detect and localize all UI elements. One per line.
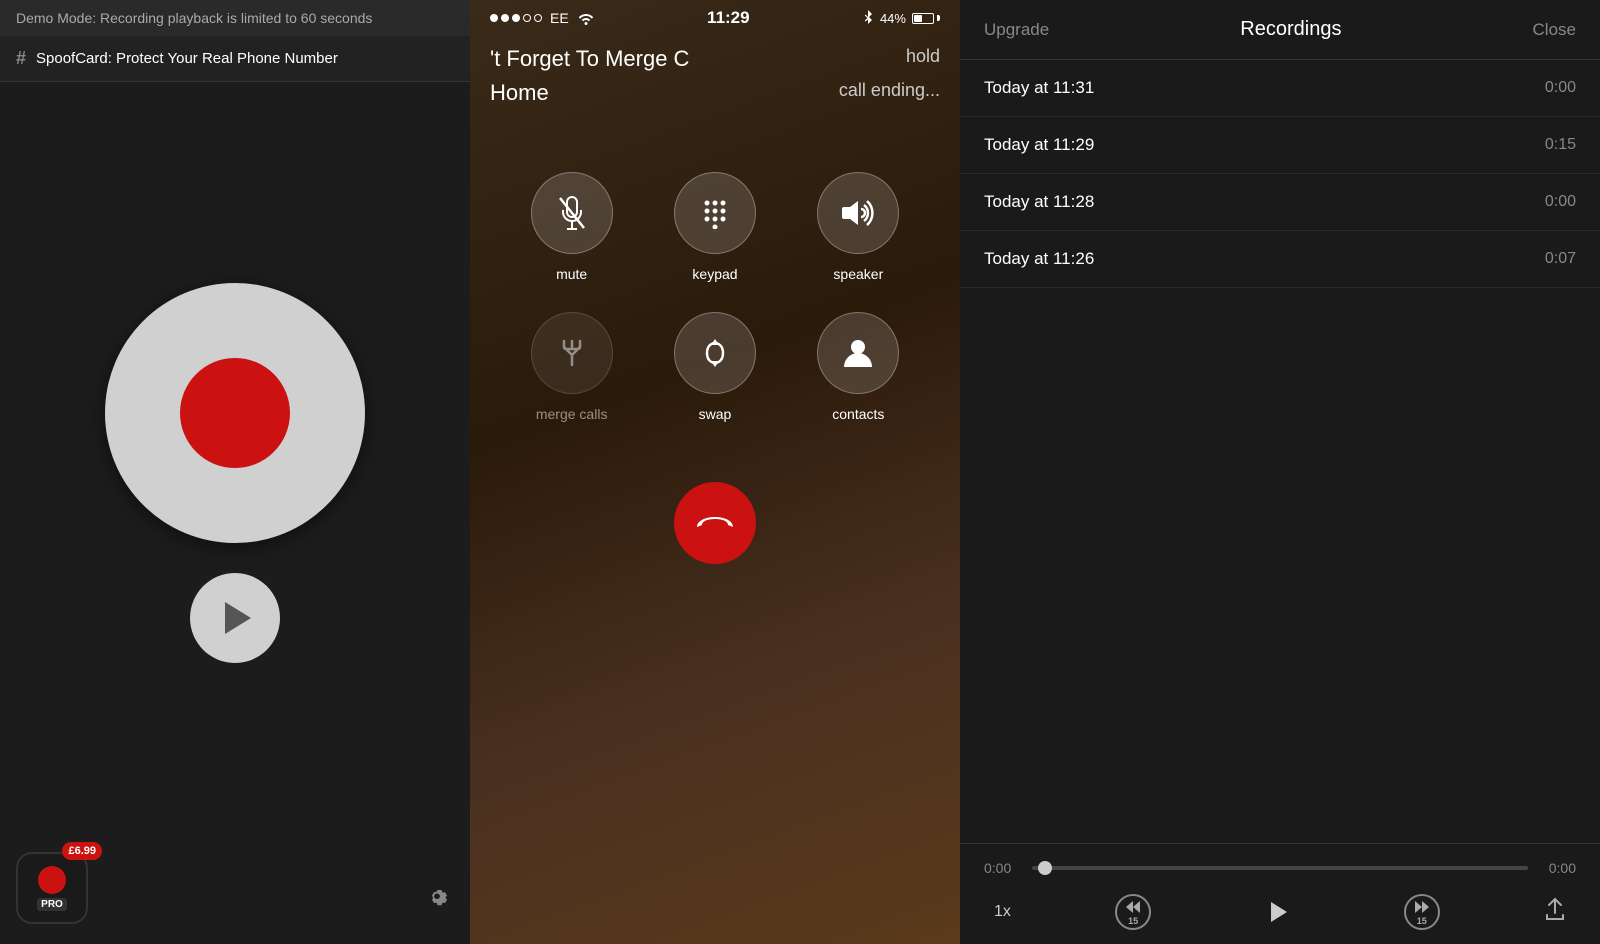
demo-banner: Demo Mode: Recording playback is limited… xyxy=(0,0,470,36)
signal-dot-4 xyxy=(523,14,531,22)
recordings-title: Recordings xyxy=(1240,18,1341,41)
recording-duration: 0:07 xyxy=(1545,250,1576,268)
time-display: 11:29 xyxy=(707,8,750,28)
recording-item[interactable]: Today at 11:31 0:00 xyxy=(960,60,1600,117)
spoofcard-bar[interactable]: # SpoofCard: Protect Your Real Phone Num… xyxy=(0,36,470,82)
share-button[interactable] xyxy=(1544,897,1566,927)
signal-dots xyxy=(490,14,542,22)
recordings-header: Upgrade Recordings Close xyxy=(960,0,1600,60)
play-triangle-icon xyxy=(225,602,251,634)
signal-dot-2 xyxy=(501,14,509,22)
battery-icon xyxy=(912,13,940,24)
phone-status-bar: EE 11:29 44% xyxy=(470,0,960,36)
carrier-label: EE xyxy=(550,10,569,26)
keypad-circle xyxy=(674,172,756,254)
left-panel: Demo Mode: Recording playback is limited… xyxy=(0,0,470,944)
time-end: 0:00 xyxy=(1540,860,1576,876)
speaker-button[interactable]: speaker xyxy=(807,172,910,282)
contacts-button[interactable]: contacts xyxy=(807,312,910,422)
recording-item[interactable]: Today at 11:28 0:00 xyxy=(960,174,1600,231)
call-title: 't Forget To Merge C xyxy=(490,46,689,72)
speed-button[interactable]: 1x xyxy=(994,903,1011,921)
playback-footer: 0:00 0:00 1x 15 xyxy=(960,843,1600,944)
keypad-label: keypad xyxy=(692,266,737,282)
recording-label: Today at 11:26 xyxy=(984,249,1094,269)
right-panel: Upgrade Recordings Close Today at 11:31 … xyxy=(960,0,1600,944)
contacts-circle xyxy=(817,312,899,394)
call-header: 't Forget To Merge C hold Home call endi… xyxy=(470,36,960,122)
progress-bar[interactable] xyxy=(1032,866,1528,870)
recording-label: Today at 11:31 xyxy=(984,78,1094,98)
price-badge: £6.99 xyxy=(62,842,102,860)
call-home: Home xyxy=(490,80,549,106)
merge-calls-button[interactable]: merge calls xyxy=(520,312,623,422)
pro-badge-wrap: PRO £6.99 xyxy=(16,852,88,924)
bottom-left: PRO £6.99 xyxy=(16,852,88,924)
speaker-circle xyxy=(817,172,899,254)
contacts-label: contacts xyxy=(832,406,884,422)
swap-button[interactable]: swap xyxy=(663,312,766,422)
merge-label: merge calls xyxy=(536,406,608,422)
close-button[interactable]: Close xyxy=(1533,20,1576,40)
speaker-label: speaker xyxy=(833,266,883,282)
call-ending: call ending... xyxy=(839,80,940,106)
record-dot xyxy=(180,358,290,468)
pro-dot xyxy=(38,866,66,894)
recording-label: Today at 11:28 xyxy=(984,192,1094,212)
skip-back-label: 15 xyxy=(1128,916,1138,926)
wifi-icon xyxy=(577,11,595,25)
bluetooth-icon xyxy=(862,10,874,26)
battery-label: 44% xyxy=(880,11,906,26)
play-icon xyxy=(1271,902,1287,922)
playback-play-button[interactable] xyxy=(1255,890,1299,934)
progress-knob[interactable] xyxy=(1038,861,1052,875)
recording-duration: 0:00 xyxy=(1545,193,1576,211)
skip-forward-button[interactable]: 15 xyxy=(1404,894,1440,930)
recordings-list: Today at 11:31 0:00 Today at 11:29 0:15 … xyxy=(960,60,1600,843)
keypad-button[interactable]: keypad xyxy=(663,172,766,282)
signal-dot-5 xyxy=(534,14,542,22)
call-hold[interactable]: hold xyxy=(906,46,940,67)
recording-duration: 0:00 xyxy=(1545,79,1576,97)
skip-fwd-label: 15 xyxy=(1417,916,1427,926)
middle-panel: EE 11:29 44% 't Forget To Merge C hold xyxy=(470,0,960,944)
mute-button[interactable]: mute xyxy=(520,172,623,282)
swap-circle xyxy=(674,312,756,394)
signal-dot-3 xyxy=(512,14,520,22)
recording-label: Today at 11:29 xyxy=(984,135,1094,155)
end-call-button[interactable] xyxy=(674,482,756,564)
playback-controls: 1x 15 15 xyxy=(984,890,1576,934)
skip-back-button[interactable]: 15 xyxy=(1115,894,1151,930)
time-start: 0:00 xyxy=(984,860,1020,876)
status-left: EE xyxy=(490,10,595,26)
pro-icon[interactable]: PRO xyxy=(16,852,88,924)
upgrade-button[interactable]: Upgrade xyxy=(984,20,1049,40)
recording-item[interactable]: Today at 11:26 0:07 xyxy=(960,231,1600,288)
play-button[interactable] xyxy=(190,573,280,663)
spoofcard-label: SpoofCard: Protect Your Real Phone Numbe… xyxy=(36,50,338,67)
recording-item[interactable]: Today at 11:29 0:15 xyxy=(960,117,1600,174)
hash-icon: # xyxy=(16,48,26,69)
mute-label: mute xyxy=(556,266,587,282)
status-right: 44% xyxy=(862,10,940,26)
recording-duration: 0:15 xyxy=(1545,136,1576,154)
playback-progress: 0:00 0:00 xyxy=(984,860,1576,876)
record-area xyxy=(0,82,470,944)
signal-dot-1 xyxy=(490,14,498,22)
merge-circle xyxy=(531,312,613,394)
call-buttons-grid: mute keypad xyxy=(470,142,960,452)
settings-icon[interactable] xyxy=(424,883,450,916)
pro-label: PRO xyxy=(37,898,67,911)
swap-label: swap xyxy=(699,406,732,422)
record-button[interactable] xyxy=(105,283,365,543)
mute-circle xyxy=(531,172,613,254)
